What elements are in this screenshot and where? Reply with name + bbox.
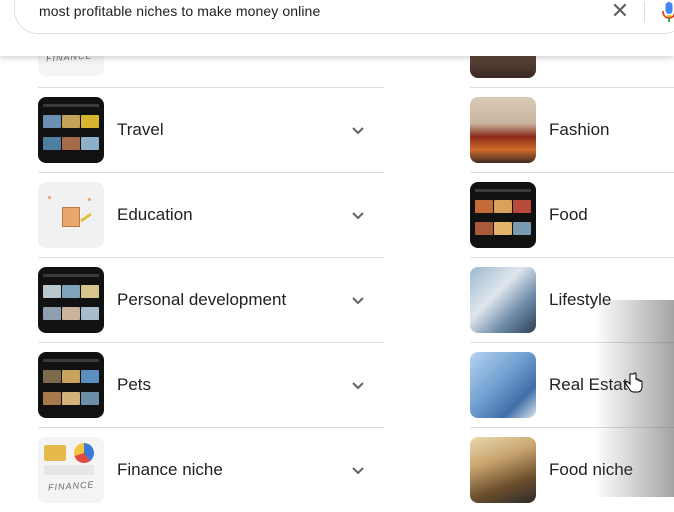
niche-label: Fashion [549, 120, 610, 139]
niche-label: Education [117, 205, 193, 224]
fashion-thumbnail [470, 97, 536, 163]
search-query[interactable]: most profitable niches to make money onl… [39, 3, 320, 19]
chevron-down-icon[interactable] [350, 462, 366, 478]
search-bar-container: most profitable niches to make money onl… [0, 0, 674, 56]
niche-label: Personal development [117, 290, 287, 309]
niche-label: Finance niche [117, 460, 223, 479]
niche-item-food-niche[interactable]: Food niche [470, 428, 674, 512]
niche-item-personal-development[interactable]: Personal development [38, 258, 384, 342]
personal-development-thumbnail [38, 267, 104, 333]
niche-item-fashion[interactable]: Fashion [470, 88, 674, 172]
niche-label: Pets [117, 375, 152, 394]
finance-thumbnail: FINANCE [38, 437, 104, 503]
niche-label: Food niche [549, 460, 634, 479]
microphone-icon[interactable] [660, 1, 674, 23]
food-niche-thumbnail [470, 437, 536, 503]
niche-item-food[interactable]: Food [470, 173, 674, 257]
close-icon[interactable]: ✕ [609, 0, 631, 23]
niche-label: Lifestyle [549, 290, 612, 309]
chevron-down-icon[interactable] [350, 292, 366, 308]
education-thumbnail [38, 182, 104, 248]
niche-item-travel[interactable]: Travel [38, 88, 384, 172]
chevron-down-icon[interactable] [350, 377, 366, 393]
search-box[interactable]: most profitable niches to make money onl… [14, 0, 674, 34]
search-divider [644, 2, 645, 22]
niche-item-finance[interactable]: FINANCE Finance niche [38, 428, 384, 512]
food-thumbnail [470, 182, 536, 248]
pets-thumbnail [38, 352, 104, 418]
niche-item-lifestyle[interactable]: Lifestyle [470, 258, 674, 342]
niche-label: Food [549, 205, 588, 224]
chevron-down-icon[interactable] [350, 207, 366, 223]
lifestyle-thumbnail [470, 267, 536, 333]
hand-cursor-icon [625, 372, 643, 393]
travel-thumbnail [38, 97, 104, 163]
chevron-down-icon[interactable] [350, 122, 366, 138]
niche-label: Travel [117, 120, 164, 139]
real-estate-thumbnail [470, 352, 536, 418]
niche-item-education[interactable]: Education [38, 173, 384, 257]
niche-item-pets[interactable]: Pets [38, 343, 384, 427]
finance-thumb-text: FINANCE [47, 479, 95, 493]
